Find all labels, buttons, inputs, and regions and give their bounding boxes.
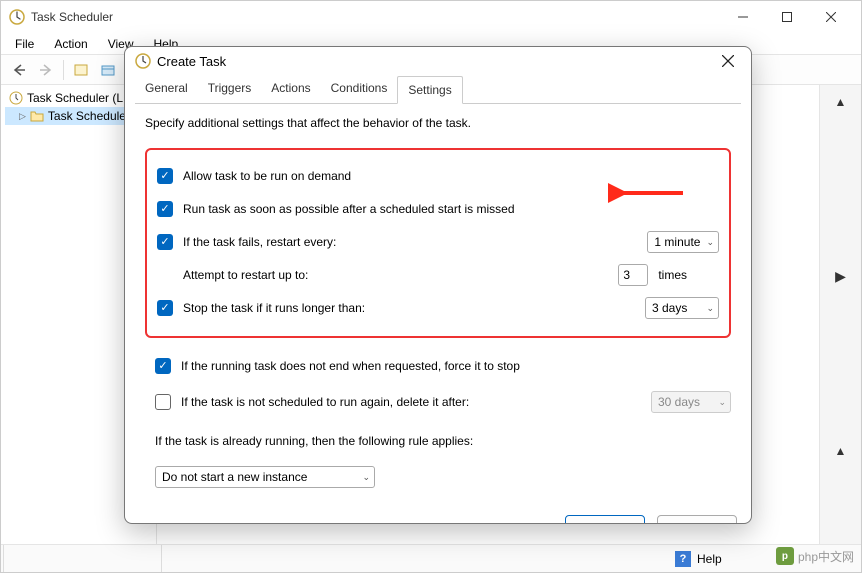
combo-rule[interactable]: Do not start a new instance⌄ (155, 466, 375, 488)
highlighted-settings: ✓ Allow task to be run on demand ✓ Run t… (145, 148, 731, 338)
dialog-tabs: General Triggers Actions Conditions Sett… (125, 75, 751, 103)
tree-root-label: Task Scheduler (L (27, 91, 123, 105)
toolbar-btn-1[interactable] (69, 58, 93, 82)
checkbox-stop-longer[interactable]: ✓ (157, 300, 173, 316)
checkbox-restart-every[interactable]: ✓ (157, 234, 173, 250)
chevron-down-icon: ⌄ (362, 472, 370, 483)
label-attempt-suffix: times (658, 268, 687, 282)
tree-child-label: Task Schedule (48, 109, 126, 123)
combo-stop-longer[interactable]: 3 days⌄ (645, 297, 719, 319)
input-attempt-count[interactable]: 3 (618, 264, 648, 286)
label-allow-on-demand: Allow task to be run on demand (183, 169, 719, 183)
maximize-button[interactable] (765, 2, 809, 32)
label-force-stop: If the running task does not end when re… (181, 359, 731, 373)
statusbar: ? Help (1, 544, 861, 572)
combo-restart-every[interactable]: 1 minute⌄ (647, 231, 719, 253)
row-rule-combo: Do not start a new instance⌄ (145, 462, 731, 492)
watermark: p php中文网 (776, 547, 854, 565)
close-button[interactable] (809, 2, 853, 32)
chevron-down-icon: ⌄ (718, 397, 726, 408)
label-restart-every: If the task fails, restart every: (183, 235, 637, 249)
titlebar-controls (721, 2, 853, 32)
label-stop-longer: Stop the task if it runs longer than: (183, 301, 635, 315)
row-delete-after: If the task is not scheduled to run agai… (145, 387, 731, 417)
tab-content: Specify additional settings that affect … (135, 103, 741, 505)
dialog-icon (135, 53, 151, 69)
checkbox-run-asap[interactable]: ✓ (157, 201, 173, 217)
label-run-asap: Run task as soon as possible after a sch… (183, 202, 719, 216)
dialog-title: Create Task (157, 54, 711, 69)
row-run-asap: ✓ Run task as soon as possible after a s… (157, 194, 719, 224)
expand-right-icon[interactable]: ▶ (820, 262, 861, 291)
row-restart-every: ✓ If the task fails, restart every: 1 mi… (157, 227, 719, 257)
watermark-text: php中文网 (798, 548, 854, 565)
toolbar-btn-2[interactable] (96, 58, 120, 82)
tab-triggers[interactable]: Triggers (198, 75, 262, 103)
dialog-buttons: OK Cancel (125, 505, 751, 524)
row-rule-label: If the task is already running, then the… (145, 426, 731, 456)
combo-delete-after: 30 days⌄ (651, 391, 731, 413)
row-allow-on-demand: ✓ Allow task to be run on demand (157, 161, 719, 191)
label-attempt: Attempt to restart up to: (183, 268, 608, 282)
cancel-button[interactable]: Cancel (657, 515, 737, 524)
separator (161, 545, 165, 572)
row-attempt: Attempt to restart up to: 3 times (183, 260, 719, 290)
expand-icon[interactable]: ▷ (19, 111, 26, 122)
collapse-up-icon-2[interactable]: ▲ (820, 438, 861, 464)
checkbox-allow-on-demand[interactable]: ✓ (157, 168, 173, 184)
watermark-logo: p (776, 547, 794, 565)
folder-icon (30, 109, 44, 123)
app-icon (9, 9, 25, 25)
collapse-up-icon[interactable]: ▲ (820, 89, 861, 115)
menu-file[interactable]: File (7, 35, 42, 53)
tab-general[interactable]: General (135, 75, 198, 103)
label-delete-after: If the task is not scheduled to run agai… (181, 395, 641, 409)
checkbox-force-stop[interactable]: ✓ (155, 358, 171, 374)
ok-button[interactable]: OK (565, 515, 645, 524)
titlebar: Task Scheduler (1, 1, 861, 33)
separator (3, 545, 7, 572)
status-help-label: Help (697, 552, 722, 566)
clock-icon (9, 91, 23, 105)
tab-settings[interactable]: Settings (397, 76, 462, 104)
label-rule: If the task is already running, then the… (155, 434, 473, 448)
menu-action[interactable]: Action (46, 35, 95, 53)
row-force-stop: ✓ If the running task does not end when … (145, 351, 731, 381)
dialog-titlebar: Create Task (125, 47, 751, 75)
create-task-dialog: Create Task General Triggers Actions Con… (124, 46, 752, 524)
checkbox-delete-after[interactable] (155, 394, 171, 410)
settings-description: Specify additional settings that affect … (145, 116, 731, 130)
row-stop-longer: ✓ Stop the task if it runs longer than: … (157, 293, 719, 323)
dialog-close-button[interactable] (711, 47, 745, 75)
help-icon: ? (675, 551, 691, 567)
separator (63, 60, 64, 80)
tab-conditions[interactable]: Conditions (321, 75, 398, 103)
forward-button[interactable] (34, 58, 58, 82)
window-title: Task Scheduler (31, 10, 721, 24)
back-button[interactable] (7, 58, 31, 82)
chevron-down-icon: ⌄ (706, 303, 714, 314)
actions-panel: ▲ ▶ ▲ (819, 85, 861, 544)
tab-actions[interactable]: Actions (261, 75, 320, 103)
chevron-down-icon: ⌄ (706, 237, 714, 248)
status-help[interactable]: ? Help (667, 551, 730, 567)
minimize-button[interactable] (721, 2, 765, 32)
